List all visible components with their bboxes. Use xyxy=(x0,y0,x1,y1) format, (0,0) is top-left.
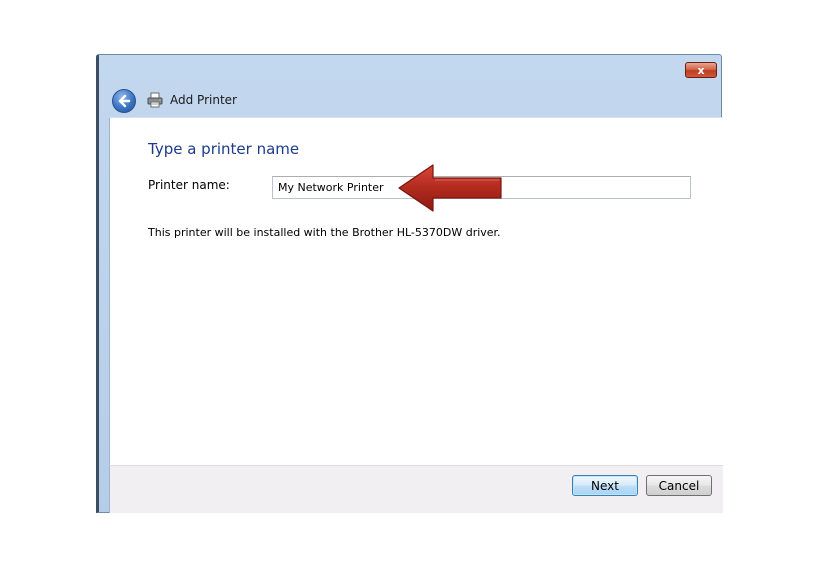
page-heading: Type a printer name xyxy=(148,140,300,158)
window-title: Add Printer xyxy=(170,93,237,107)
printer-icon xyxy=(147,92,163,108)
back-arrow-icon xyxy=(118,94,131,108)
next-button[interactable]: Next xyxy=(572,475,638,496)
printer-name-label: Printer name: xyxy=(148,178,230,192)
cancel-button[interactable]: Cancel xyxy=(646,475,712,496)
back-button[interactable] xyxy=(112,89,136,113)
wizard-footer: Next Cancel xyxy=(109,465,723,513)
close-icon: x xyxy=(697,63,705,77)
driver-info-text: This printer will be installed with the … xyxy=(148,226,501,239)
wizard-content: Type a printer name Printer name: This p… xyxy=(109,117,723,465)
add-printer-window: x Add Printer Type a printer name Printe… xyxy=(96,54,723,513)
red-arrow-annotation xyxy=(398,164,502,212)
close-button[interactable]: x xyxy=(685,62,717,78)
